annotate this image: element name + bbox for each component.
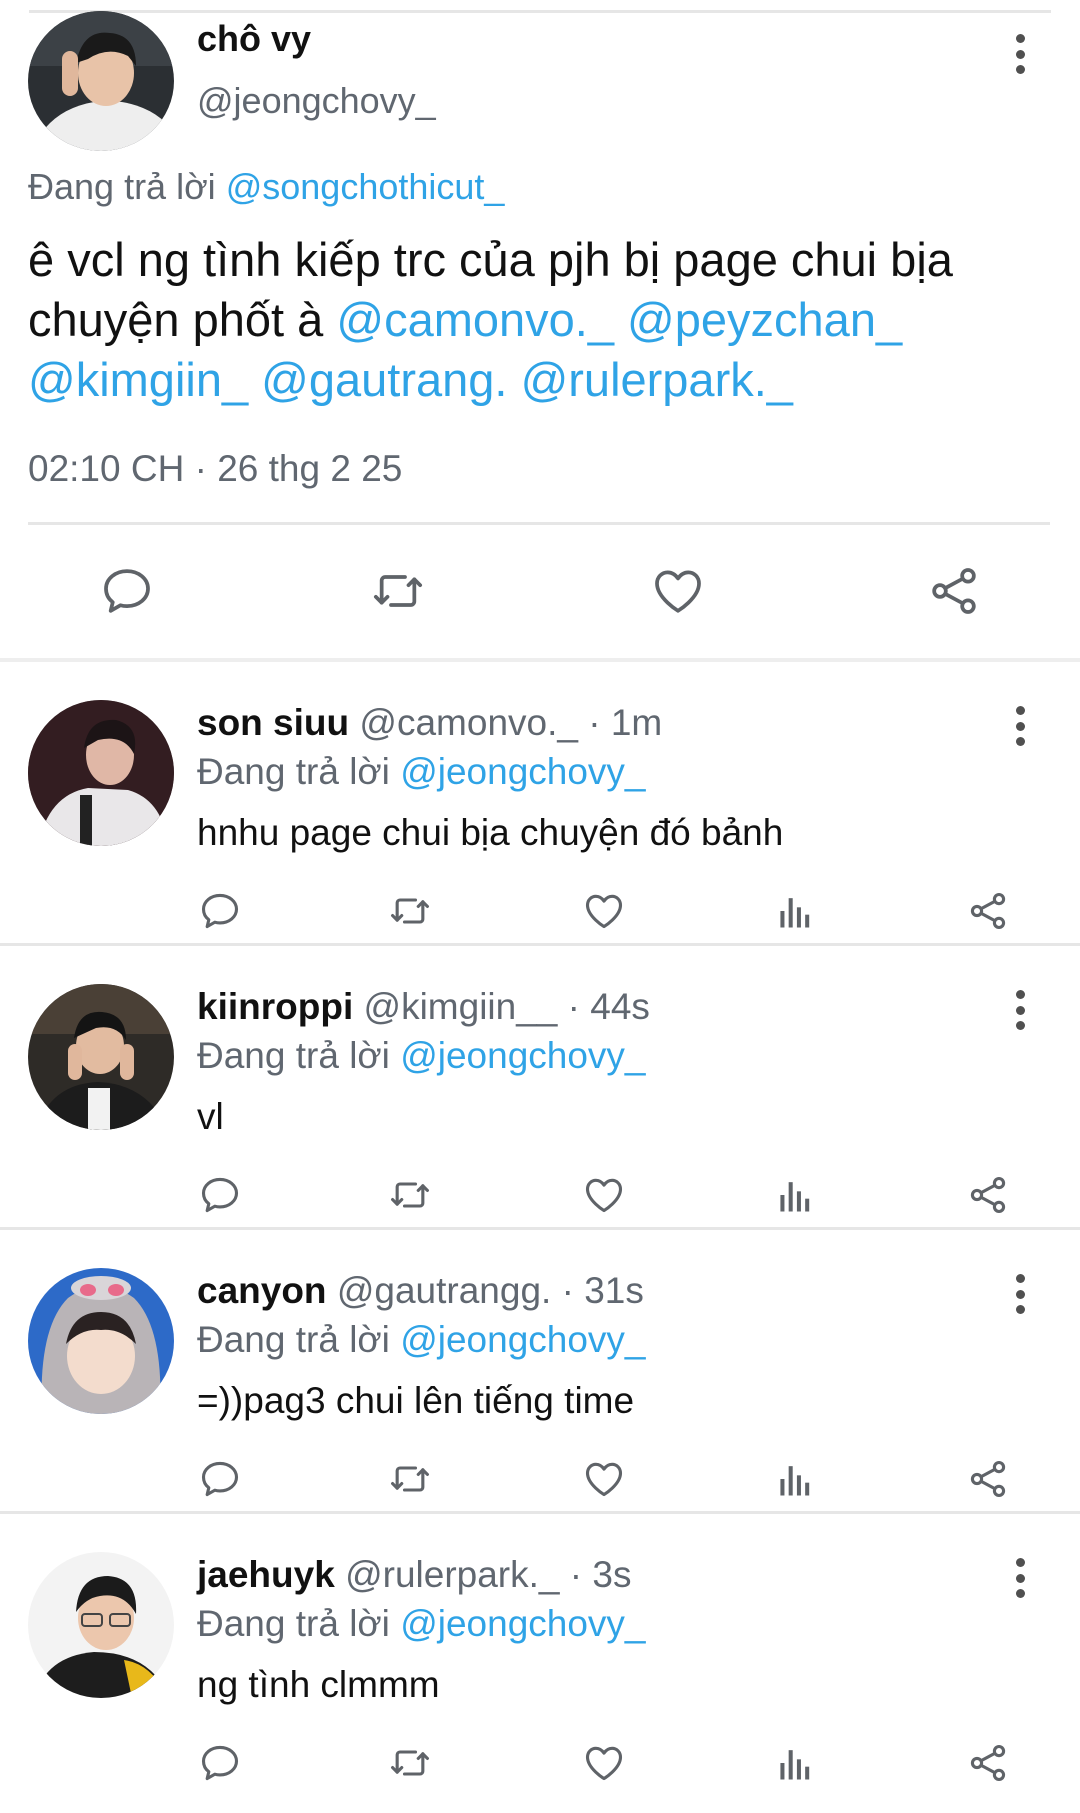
reply-author-name[interactable]: kiinroppi: [197, 986, 353, 1027]
reply-tweet[interactable]: canyon @gautrangg. · 31s Đang trả lời @j…: [0, 1230, 1080, 1514]
replying-label: Đang trả lời: [197, 1319, 390, 1360]
share-icon[interactable]: [966, 1173, 1010, 1217]
retweet-icon[interactable]: [388, 1741, 432, 1785]
like-icon[interactable]: [582, 889, 626, 933]
reply-icon[interactable]: [198, 1173, 242, 1217]
replying-label: Đang trả lời: [197, 751, 390, 792]
replying-to: Đang trả lời @jeongchovy_: [197, 1603, 646, 1645]
author-handle[interactable]: @jeongchovy_: [197, 80, 436, 122]
replying-to-link[interactable]: @jeongchovy_: [400, 1035, 645, 1076]
reply-tweet[interactable]: son siuu @camonvo._ · 1m Đang trả lời @j…: [0, 662, 1080, 946]
reply-header: jaehuyk @rulerpark._ · 3s: [197, 1554, 631, 1596]
avatar[interactable]: [28, 984, 174, 1130]
reply-dot: ·: [561, 1270, 574, 1311]
reply-icon[interactable]: [99, 563, 155, 619]
reply-dot: ·: [569, 1554, 583, 1595]
retweet-icon[interactable]: [388, 889, 432, 933]
share-icon[interactable]: [966, 1741, 1010, 1785]
reply-author-handle[interactable]: @rulerpark._: [345, 1554, 559, 1595]
author-name[interactable]: chô vy: [197, 18, 311, 60]
reply-header: son siuu @camonvo._ · 1m: [197, 702, 662, 744]
analytics-icon[interactable]: [774, 1173, 818, 1217]
replying-label: Đang trả lời: [197, 1035, 390, 1076]
reply-icon[interactable]: [198, 1741, 242, 1785]
retweet-icon[interactable]: [388, 1457, 432, 1501]
replying-to-link[interactable]: @jeongchovy_: [400, 1603, 645, 1644]
more-options-icon[interactable]: [1008, 706, 1032, 746]
analytics-icon[interactable]: [774, 1457, 818, 1501]
mention-link[interactable]: @peyzchan_: [627, 293, 902, 346]
reply-text: ng tình clmmm: [197, 1664, 440, 1705]
tweet-timestamp: 02:10 CH · 26 thg 2 25: [28, 448, 403, 489]
reply-time: 1m: [610, 702, 663, 743]
more-options-icon[interactable]: [1008, 1274, 1032, 1314]
replying-to: Đang trả lời @jeongchovy_: [197, 751, 646, 793]
reply-time: 3s: [592, 1554, 632, 1595]
reply-author-name[interactable]: jaehuyk: [197, 1554, 335, 1595]
avatar[interactable]: [28, 1268, 174, 1414]
replying-label: Đang trả lời: [28, 166, 216, 207]
mention-link[interactable]: @rulerpark._: [521, 353, 793, 406]
reply-author-handle[interactable]: @gautrangg.: [337, 1270, 551, 1311]
avatar[interactable]: [28, 1552, 174, 1698]
reply-text: =))pag3 chui lên tiếng time: [197, 1380, 635, 1421]
replying-to-link[interactable]: @songchothicut_: [226, 166, 505, 207]
more-options-icon[interactable]: [1008, 1558, 1032, 1598]
reply-header: kiinroppi @kimgiin__ · 44s: [197, 986, 650, 1028]
replying-label: Đang trả lời: [197, 1603, 390, 1644]
reply-author-name[interactable]: canyon: [197, 1270, 327, 1311]
reply-author-handle[interactable]: @kimgiin__: [364, 986, 558, 1027]
mention-link[interactable]: @kimgiin_: [28, 353, 248, 406]
reply-time: 31s: [584, 1270, 644, 1311]
replying-to-link[interactable]: @jeongchovy_: [400, 1319, 645, 1360]
reply-author-handle[interactable]: @camonvo._: [359, 702, 578, 743]
reply-tweet[interactable]: kiinroppi @kimgiin__ · 44s Đang trả lời …: [0, 946, 1080, 1230]
divider: [28, 522, 1050, 525]
avatar[interactable]: [28, 11, 174, 151]
retweet-icon[interactable]: [370, 563, 426, 619]
main-tweet: chô vy @jeongchovy_ Đang trả lời @songch…: [0, 0, 1080, 660]
replying-to: Đang trả lời @songchothicut_: [28, 166, 504, 208]
replying-to-link[interactable]: @jeongchovy_: [400, 751, 645, 792]
share-icon[interactable]: [966, 1457, 1010, 1501]
reply-tweet[interactable]: jaehuyk @rulerpark._ · 3s Đang trả lời @…: [0, 1514, 1080, 1798]
reply-header: canyon @gautrangg. · 31s: [197, 1270, 644, 1312]
more-options-icon[interactable]: [1008, 990, 1032, 1030]
like-icon[interactable]: [582, 1741, 626, 1785]
analytics-icon[interactable]: [774, 889, 818, 933]
reply-dot: ·: [567, 986, 580, 1027]
reply-time: 44s: [590, 986, 650, 1027]
replying-to: Đang trả lời @jeongchovy_: [197, 1035, 646, 1077]
reply-icon[interactable]: [198, 1457, 242, 1501]
retweet-icon[interactable]: [388, 1173, 432, 1217]
like-icon[interactable]: [582, 1173, 626, 1217]
mention-link[interactable]: @gautrang.: [261, 353, 507, 406]
more-options-icon[interactable]: [1008, 34, 1032, 74]
like-icon[interactable]: [582, 1457, 626, 1501]
share-icon[interactable]: [926, 563, 982, 619]
reply-icon[interactable]: [198, 889, 242, 933]
replying-to: Đang trả lời @jeongchovy_: [197, 1319, 646, 1361]
tweet-text: ê vcl ng tình kiếp trc của pjh bị page c…: [28, 230, 1048, 410]
mention-link[interactable]: @camonvo._: [336, 293, 614, 346]
analytics-icon[interactable]: [774, 1741, 818, 1785]
reply-text: vl: [197, 1096, 224, 1137]
reply-author-name[interactable]: son siuu: [197, 702, 349, 743]
reply-dot: ·: [588, 702, 601, 743]
like-icon[interactable]: [650, 563, 706, 619]
reply-text: hnhu page chui bịa chuyện đó bảnh: [197, 812, 784, 853]
avatar[interactable]: [28, 700, 174, 846]
share-icon[interactable]: [966, 889, 1010, 933]
